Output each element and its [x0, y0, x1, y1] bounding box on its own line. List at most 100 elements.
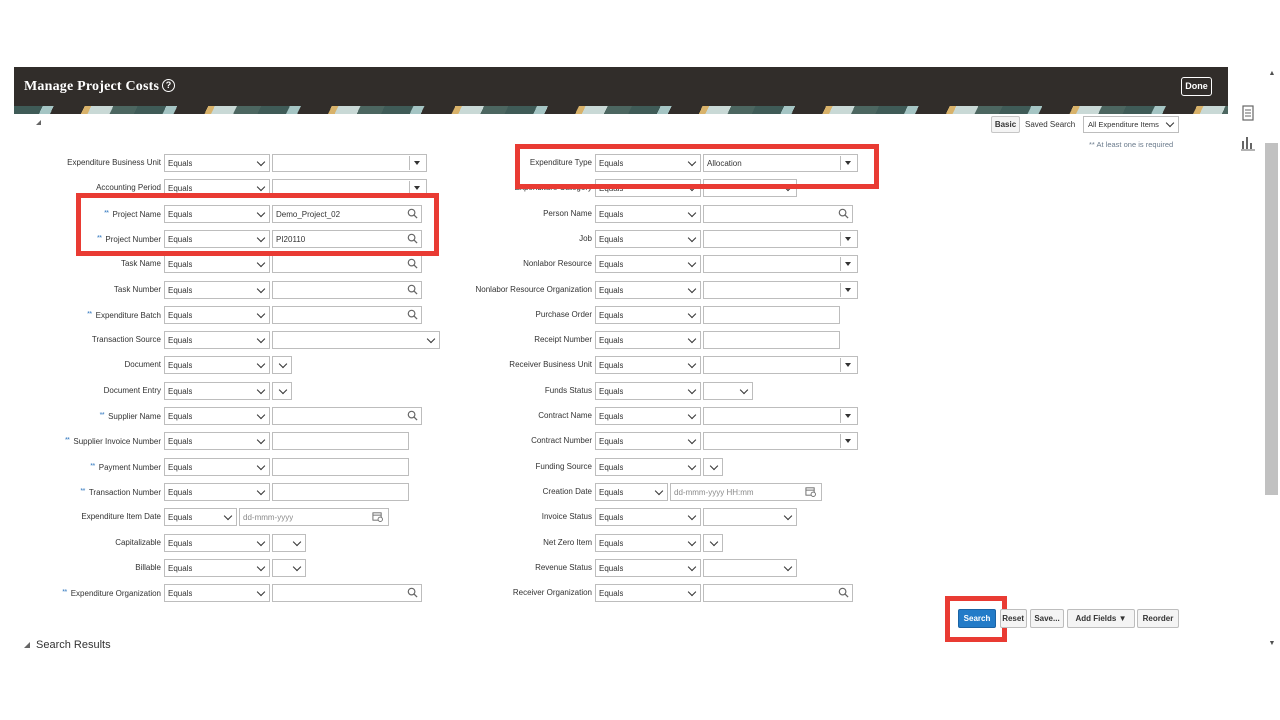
funds-status-value-field[interactable]: [703, 382, 753, 400]
capitalizable-operator-select[interactable]: Equals: [164, 534, 270, 552]
creation-date-operator-select[interactable]: Equals: [595, 483, 668, 501]
receiver-business-unit-operator-select[interactable]: Equals: [595, 356, 701, 374]
billable-label: Billable: [0, 562, 161, 574]
scroll-up-icon[interactable]: ▲: [1266, 70, 1278, 77]
dropdown-triangle-icon[interactable]: [840, 232, 856, 246]
receipt-number-operator-select[interactable]: Equals: [595, 331, 701, 349]
dropdown-triangle-icon[interactable]: [840, 434, 856, 448]
bar-chart-icon[interactable]: [1241, 135, 1255, 153]
decorative-banner: [14, 106, 1228, 114]
billable-label-text: Billable: [135, 563, 161, 572]
expenditure-type-operator-select[interactable]: Equals: [595, 154, 701, 172]
reset-button[interactable]: Reset: [1000, 609, 1027, 628]
funding-source-operator-select[interactable]: Equals: [595, 458, 701, 476]
document-entry-operator-select[interactable]: Equals: [164, 382, 270, 400]
billable-value-field[interactable]: [272, 559, 306, 577]
scrollbar-thumb[interactable]: [1265, 143, 1278, 495]
expenditure-business-unit-label-text: Expenditure Business Unit: [67, 158, 161, 167]
job-value-field[interactable]: [703, 230, 858, 248]
search-icon[interactable]: [838, 587, 849, 598]
expenditure-item-date-operator-select[interactable]: Equals: [164, 508, 237, 526]
transaction-number-operator-select[interactable]: Equals: [164, 483, 270, 501]
done-button[interactable]: Done: [1181, 77, 1212, 96]
transaction-number-value-field[interactable]: [272, 483, 409, 501]
expenditure-category-value-field[interactable]: [703, 179, 797, 197]
job-operator-select[interactable]: Equals: [595, 230, 701, 248]
help-icon[interactable]: ?: [162, 79, 175, 92]
transaction-source-operator-select[interactable]: Equals: [164, 331, 270, 349]
capitalizable-value-field[interactable]: [272, 534, 306, 552]
creation-date-value-field[interactable]: dd-mmm-yyyy HH:mm: [670, 483, 822, 501]
revenue-status-operator-select[interactable]: Equals: [595, 559, 701, 577]
receipt-number-value-field[interactable]: [703, 331, 840, 349]
expenditure-batch-operator-select[interactable]: Equals: [164, 306, 270, 324]
accounting-period-operator-select[interactable]: Equals: [164, 179, 270, 197]
person-name-operator-select[interactable]: Equals: [595, 205, 701, 223]
task-name-operator-select[interactable]: Equals: [164, 255, 270, 273]
dropdown-triangle-icon[interactable]: [840, 358, 856, 372]
chevron-down-icon: [654, 486, 664, 496]
add-fields-button[interactable]: Add Fields ▼: [1067, 609, 1135, 628]
contract-name-value-field[interactable]: [703, 407, 858, 425]
save-button[interactable]: Save...: [1030, 609, 1064, 628]
supplier-name-operator-select[interactable]: Equals: [164, 407, 270, 425]
scroll-down-icon[interactable]: ▼: [1266, 640, 1278, 647]
invoice-status-value-field[interactable]: [703, 508, 797, 526]
creation-date-label-text: Creation Date: [542, 487, 592, 496]
nonlabor-resource-value-field[interactable]: [703, 255, 858, 273]
nonlabor-resource-organization-operator-select[interactable]: Equals: [595, 281, 701, 299]
task-number-operator-select[interactable]: Equals: [164, 281, 270, 299]
person-name-value-field[interactable]: [703, 205, 853, 223]
net-zero-item-operator-select[interactable]: Equals: [595, 534, 701, 552]
funding-source-value-field[interactable]: [703, 458, 723, 476]
saved-search-select[interactable]: All Expenditure Items: [1083, 116, 1179, 133]
dropdown-triangle-icon[interactable]: [840, 283, 856, 297]
document-entry-value-field[interactable]: [272, 382, 292, 400]
calendar-icon[interactable]: [372, 511, 383, 522]
document-label-text: Document: [124, 360, 161, 369]
invoice-status-operator-select[interactable]: Equals: [595, 508, 701, 526]
contract-number-value-field[interactable]: [703, 432, 858, 450]
billable-operator-select[interactable]: Equals: [164, 559, 270, 577]
expenditure-type-value-field[interactable]: Allocation: [703, 154, 858, 172]
dropdown-triangle-icon[interactable]: [840, 409, 856, 423]
dropdown-triangle-icon[interactable]: [840, 257, 856, 271]
document-value-field[interactable]: [272, 356, 292, 374]
payment-number-operator-select[interactable]: Equals: [164, 458, 270, 476]
expenditure-organization-operator-select[interactable]: Equals: [164, 584, 270, 602]
operator-value: Equals: [168, 513, 193, 522]
receiver-organization-value-field[interactable]: [703, 584, 853, 602]
contract-name-operator-select[interactable]: Equals: [595, 407, 701, 425]
contract-number-operator-select[interactable]: Equals: [595, 432, 701, 450]
expenditure-batch-label-text: Expenditure Batch: [95, 311, 161, 320]
expenditure-business-unit-operator-select[interactable]: Equals: [164, 154, 270, 172]
funds-status-operator-select[interactable]: Equals: [595, 382, 701, 400]
revenue-status-value-field[interactable]: [703, 559, 797, 577]
project-name-operator-select[interactable]: Equals: [164, 205, 270, 223]
net-zero-item-value-field[interactable]: [703, 534, 723, 552]
purchase-order-operator-select[interactable]: Equals: [595, 306, 701, 324]
payment-number-value-field[interactable]: [272, 458, 409, 476]
nonlabor-resource-organization-label: Nonlabor Resource Organization: [392, 284, 592, 296]
expenditure-category-operator-select[interactable]: Equals: [595, 179, 701, 197]
collapse-search-icon[interactable]: [36, 120, 41, 125]
list-icon[interactable]: [1241, 105, 1255, 123]
dropdown-triangle-icon[interactable]: [840, 156, 856, 170]
search-icon[interactable]: [838, 208, 849, 219]
calendar-icon[interactable]: [805, 486, 816, 497]
expenditure-category-label: Expenditure Category: [392, 182, 592, 194]
reorder-button[interactable]: Reorder: [1137, 609, 1179, 628]
expenditure-item-date-value-field[interactable]: dd-mmm-yyyy: [239, 508, 389, 526]
supplier-invoice-number-value-field[interactable]: [272, 432, 409, 450]
document-operator-select[interactable]: Equals: [164, 356, 270, 374]
receiver-organization-operator-select[interactable]: Equals: [595, 584, 701, 602]
project-number-operator-select[interactable]: Equals: [164, 230, 270, 248]
receiver-business-unit-value-field[interactable]: [703, 356, 858, 374]
basic-search-button[interactable]: Basic: [991, 116, 1020, 133]
search-button[interactable]: Search: [958, 609, 996, 628]
nonlabor-resource-operator-select[interactable]: Equals: [595, 255, 701, 273]
nonlabor-resource-organization-value-field[interactable]: [703, 281, 858, 299]
purchase-order-value-field[interactable]: [703, 306, 840, 324]
chevron-down-icon: [687, 309, 697, 319]
supplier-invoice-number-operator-select[interactable]: Equals: [164, 432, 270, 450]
